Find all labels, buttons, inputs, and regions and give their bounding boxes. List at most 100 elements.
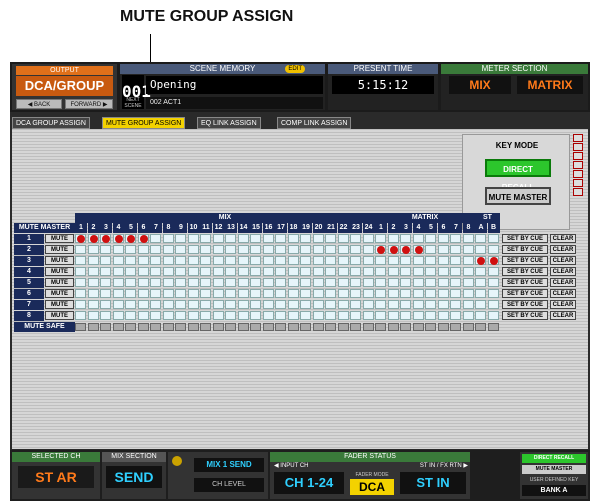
assign-cell[interactable] (250, 278, 261, 287)
assign-cell[interactable] (212, 256, 224, 265)
mute-safe-toggle[interactable] (187, 323, 199, 331)
mute-safe-toggle[interactable] (237, 323, 249, 331)
mute-safe-toggle[interactable] (425, 323, 436, 331)
assign-cell[interactable] (412, 289, 424, 298)
assign-cell[interactable] (387, 267, 399, 276)
mute-master-7-button[interactable]: MUTE (45, 300, 74, 309)
assign-cell[interactable] (300, 245, 311, 254)
assign-cell[interactable] (125, 278, 136, 287)
assign-cell[interactable] (325, 245, 336, 254)
assign-cell[interactable] (375, 311, 386, 320)
input-ch-button[interactable]: CH 1-24 (274, 472, 344, 494)
assign-cell[interactable] (387, 300, 399, 309)
assign-cell[interactable] (125, 256, 136, 265)
mute-safe-toggle[interactable] (100, 323, 111, 331)
assign-cell[interactable] (462, 289, 474, 298)
assign-cell[interactable] (112, 267, 124, 276)
assign-cell[interactable] (462, 256, 474, 265)
mute-safe-toggle[interactable] (387, 323, 399, 331)
assign-cell[interactable] (450, 267, 461, 276)
assign-cell[interactable] (300, 234, 311, 243)
assign-cell[interactable] (375, 234, 386, 243)
assign-cell[interactable] (262, 300, 274, 309)
assign-cell[interactable] (375, 300, 386, 309)
assign-cell[interactable] (312, 234, 324, 243)
assign-cell[interactable] (162, 300, 174, 309)
assign-cell[interactable] (437, 311, 449, 320)
mute-master-6-button[interactable]: MUTE (45, 289, 74, 298)
clear-2-button[interactable]: CLEAR (550, 245, 576, 254)
mute-master-4-button[interactable]: MUTE (45, 267, 74, 276)
assign-cell[interactable] (150, 311, 161, 320)
assign-cell[interactable] (75, 278, 86, 287)
mute-safe-toggle[interactable] (450, 323, 461, 331)
assign-cell[interactable] (350, 245, 361, 254)
assign-cell[interactable] (200, 300, 211, 309)
assign-cell[interactable] (137, 234, 149, 243)
assign-cell[interactable] (100, 289, 111, 298)
assign-cell[interactable] (362, 289, 374, 298)
assign-cell[interactable] (262, 267, 274, 276)
assign-cell[interactable] (112, 245, 124, 254)
assign-cell[interactable] (112, 300, 124, 309)
assign-cell[interactable] (87, 267, 99, 276)
assign-cell[interactable] (100, 256, 111, 265)
assign-cell[interactable] (412, 278, 424, 287)
assign-cell[interactable] (475, 245, 486, 254)
set-by-cue-2-button[interactable]: SET BY CUE (502, 245, 548, 254)
assign-cell[interactable] (487, 256, 499, 265)
assign-cell[interactable] (325, 311, 336, 320)
assign-cell[interactable] (387, 311, 399, 320)
assign-cell[interactable] (75, 289, 86, 298)
assign-cell[interactable] (312, 245, 324, 254)
assign-cell[interactable] (125, 245, 136, 254)
assign-cell[interactable] (87, 300, 99, 309)
mute-safe-toggle[interactable] (412, 323, 424, 331)
assign-cell[interactable] (350, 267, 361, 276)
assign-cell[interactable] (475, 300, 486, 309)
mute-master-2-button[interactable]: MUTE (45, 245, 74, 254)
assign-cell[interactable] (287, 256, 299, 265)
tab-mute-group-assign[interactable]: MUTE GROUP ASSIGN (102, 117, 186, 129)
mute-safe-toggle[interactable] (300, 323, 311, 331)
assign-cell[interactable] (87, 234, 99, 243)
assign-cell[interactable] (412, 234, 424, 243)
assign-cell[interactable] (450, 300, 461, 309)
mix-send-button[interactable]: MIX 1 SEND (194, 458, 264, 472)
assign-cell[interactable] (262, 256, 274, 265)
mute-safe-toggle[interactable] (487, 323, 499, 331)
assign-cell[interactable] (87, 289, 99, 298)
assign-cell[interactable] (287, 267, 299, 276)
assign-cell[interactable] (387, 234, 399, 243)
assign-cell[interactable] (350, 256, 361, 265)
assign-cell[interactable] (187, 234, 199, 243)
mute-safe-toggle[interactable] (362, 323, 374, 331)
assign-cell[interactable] (212, 289, 224, 298)
assign-cell[interactable] (462, 300, 474, 309)
assign-cell[interactable] (212, 245, 224, 254)
assign-cell[interactable] (237, 234, 249, 243)
clear-7-button[interactable]: CLEAR (550, 300, 576, 309)
assign-cell[interactable] (162, 234, 174, 243)
assign-cell[interactable] (487, 234, 499, 243)
assign-cell[interactable] (175, 267, 186, 276)
assign-cell[interactable] (475, 289, 486, 298)
assign-cell[interactable] (375, 267, 386, 276)
assign-cell[interactable] (212, 300, 224, 309)
assign-cell[interactable] (137, 267, 149, 276)
mute-safe-toggle[interactable] (112, 323, 124, 331)
mute-master-5-button[interactable]: MUTE (45, 278, 74, 287)
assign-cell[interactable] (175, 311, 186, 320)
assign-cell[interactable] (250, 245, 261, 254)
assign-cell[interactable] (325, 278, 336, 287)
assign-cell[interactable] (262, 245, 274, 254)
assign-cell[interactable] (300, 300, 311, 309)
assign-cell[interactable] (362, 267, 374, 276)
mute-safe-toggle[interactable] (375, 323, 386, 331)
assign-cell[interactable] (225, 289, 236, 298)
mute-safe-toggle[interactable] (350, 323, 361, 331)
assign-cell[interactable] (400, 234, 411, 243)
assign-cell[interactable] (137, 256, 149, 265)
assign-cell[interactable] (112, 289, 124, 298)
assign-cell[interactable] (312, 278, 324, 287)
